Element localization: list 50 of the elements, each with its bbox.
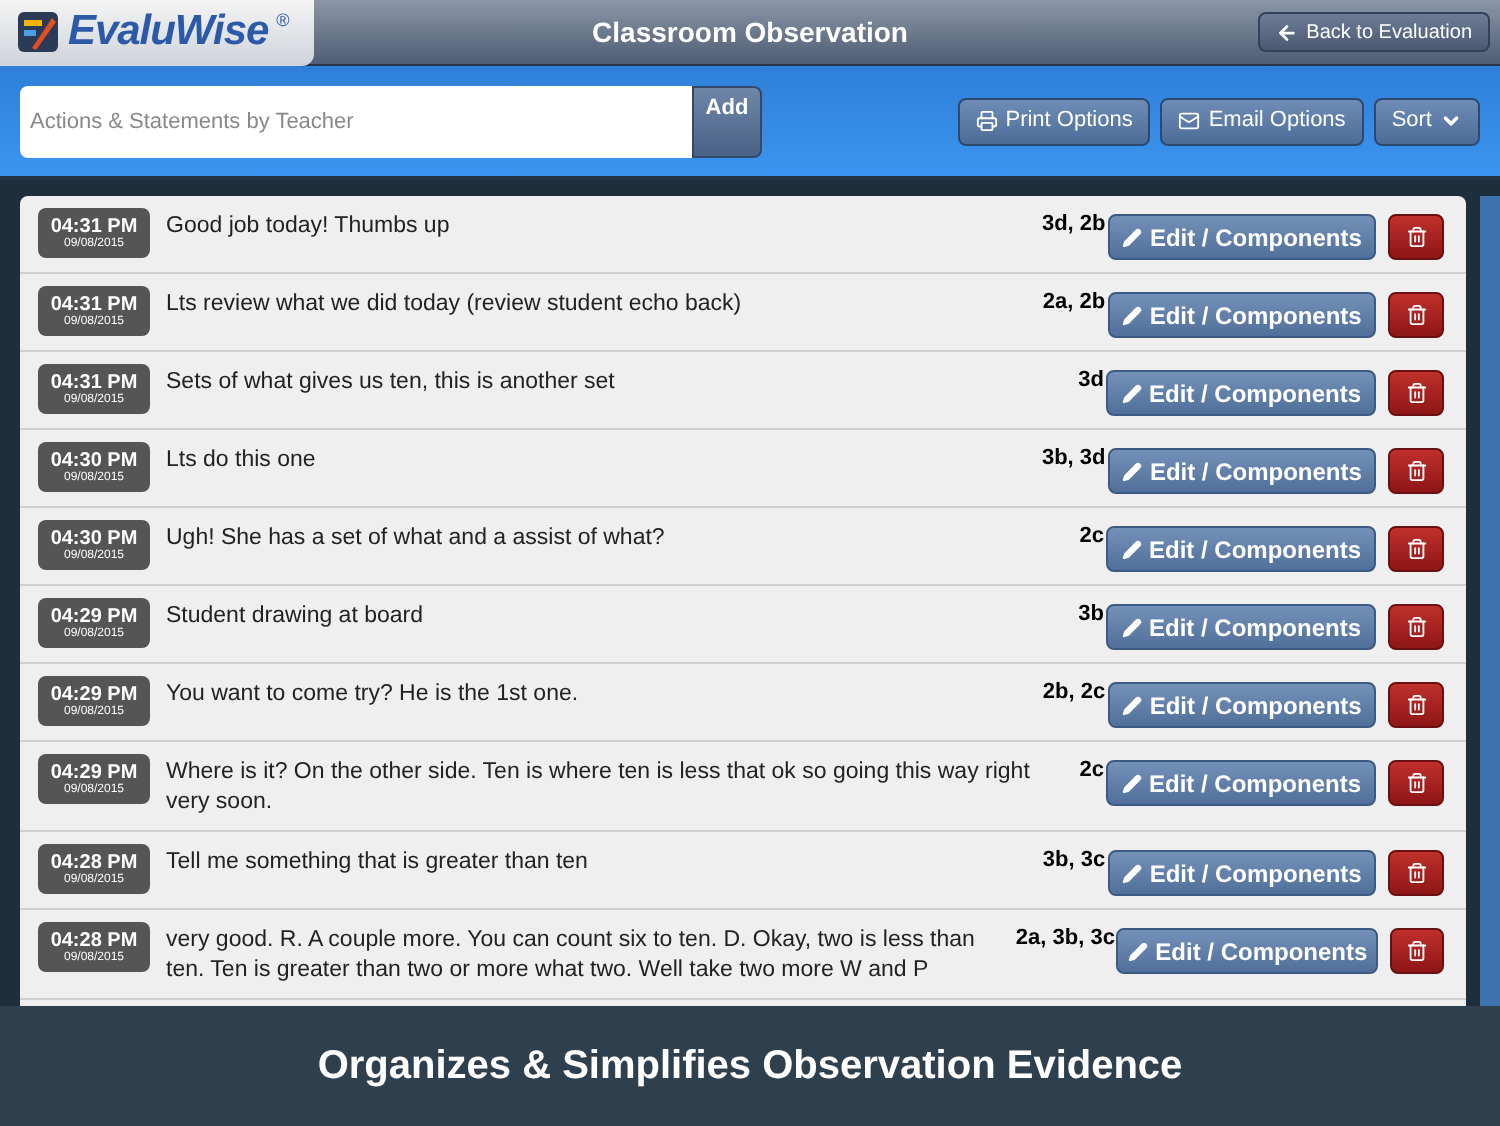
time-text: 04:29 PM [50,605,138,627]
components-text: 2b, 2c [1042,678,1106,708]
trademark-text: ® [276,7,290,33]
components-text: 2a, 2b [1042,288,1106,318]
edit-components-button[interactable]: Edit / Components [1107,448,1377,494]
time-text: 04:31 PM [50,215,138,237]
components-text: 2c [1079,522,1104,552]
edit-components-button[interactable]: Edit / Components [1107,292,1377,338]
components-text: 3d [1078,366,1104,396]
edit-components-button[interactable]: Edit / Components [1107,682,1377,728]
entry-text: Sets of what gives us ten, this is another set [166,368,617,398]
components-text: 3d, 2b [1041,210,1106,240]
time-text: 04:30 PM [50,527,138,549]
edit-components-button[interactable]: Edit / Components [1116,928,1378,974]
entry-text: Lts do this one [166,446,318,476]
edit-components-button[interactable]: Edit / Components [1106,604,1376,650]
edit-components-button[interactable]: Edit / Components [1106,370,1376,416]
edit-components-button[interactable]: Edit / Components [1107,850,1377,896]
time-text: 04:28 PM [50,929,138,951]
time-text: 04:31 PM [50,371,138,393]
sort-button[interactable]: Sort [1373,97,1480,145]
logo-text: EvaluWise [68,6,269,59]
add-button[interactable]: Add [692,85,762,157]
time-text: 04:28 PM [50,851,138,873]
entry-text: Good job today! Thumbs up [166,212,452,242]
components-text: 2a, 3b, 3c [1015,924,1115,954]
components-text: 3b [1078,600,1104,630]
edit-components-button[interactable]: Edit / Components [1106,760,1376,806]
components-text: 3b, 3c [1042,846,1106,876]
print-options-button[interactable]: Print Options [957,97,1151,145]
entry-text: Tell me something that is greater than ten [166,848,590,878]
components-text: 2c [1079,756,1104,786]
back-button[interactable]: Back to Evaluation [1258,12,1490,52]
entry-text: Lts review what we did today (review student echo back) [166,290,744,320]
window-title: Classroom Observation [590,13,910,51]
edit-components-button[interactable]: Edit / Components [1106,526,1376,572]
entry-text: Student drawing at board [166,602,426,632]
entry-text: You want to come try? He is the 1st one. [166,680,581,710]
caption-text: Organizes & Simplifies Observation Evidence [317,1042,1183,1092]
edit-components-button[interactable]: Edit / Components [1107,214,1377,260]
time-text: 04:30 PM [50,449,138,471]
entry-text: Ugh! She has a set of what and a assist of what? [166,524,667,554]
time-text: 04:29 PM [50,761,138,783]
time-text: 04:31 PM [50,293,138,315]
email-options-button[interactable]: Email Options [1160,97,1364,145]
time-text: 04:29 PM [50,683,138,705]
entry-text: very good. R. A couple more. You can count six to ten. D. Okay, two is less than ten. Ten is greater than two or more what two. Well take two more W and P [166,926,977,986]
entry-text: Where is it? On the other side. Ten is where ten is less that ok so going this way right very soon. [166,758,1032,818]
statement-field[interactable]: Actions & Statements by Teacher [20,85,692,157]
components-text: 3b, 3d [1041,444,1106,474]
